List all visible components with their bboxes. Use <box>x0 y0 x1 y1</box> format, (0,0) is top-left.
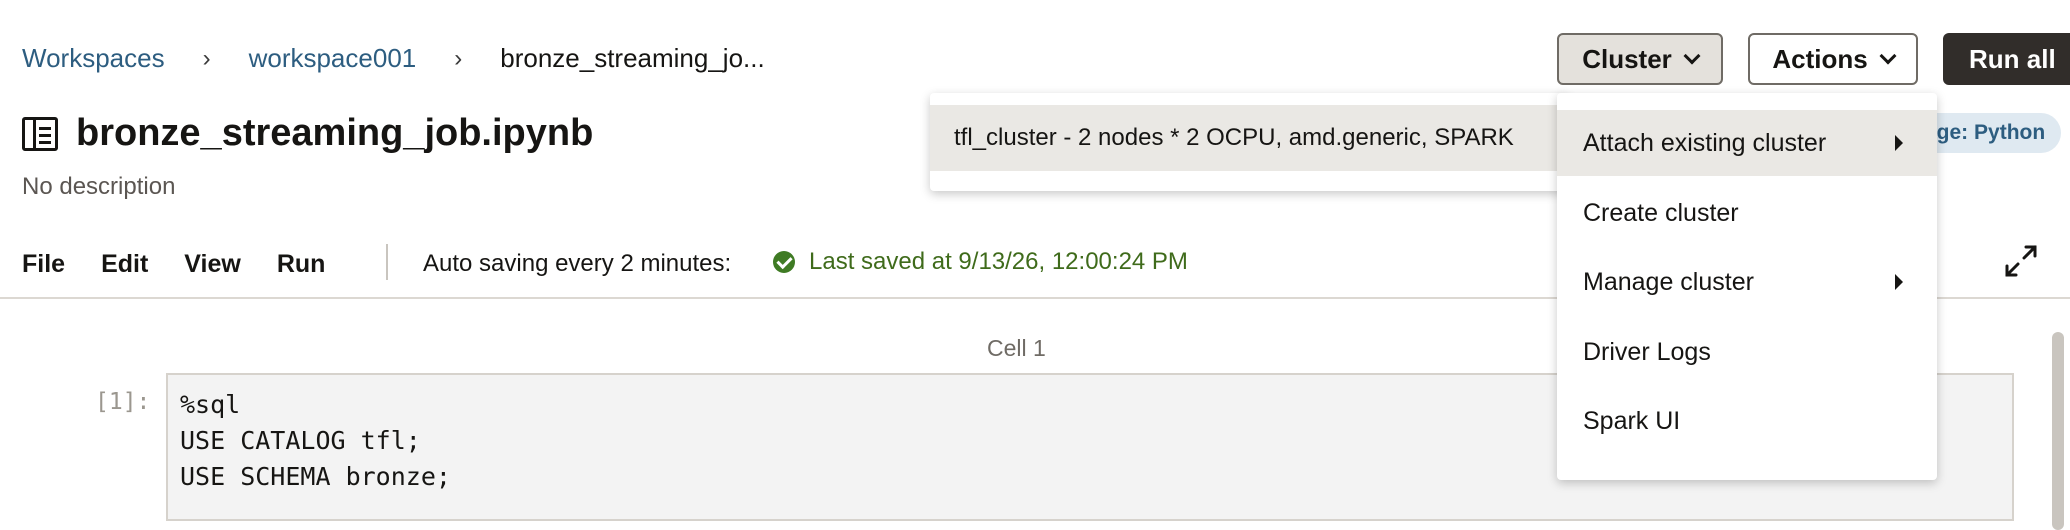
notebook-icon <box>22 116 58 151</box>
menu-view[interactable]: View <box>184 250 241 279</box>
breadcrumb-workspaces-link[interactable]: Workspaces <box>22 43 165 74</box>
cluster-option-tfl[interactable]: tfl_cluster - 2 nodes * 2 OCPU, amd.gene… <box>930 105 1568 171</box>
breadcrumb-current: bronze_streaming_jo... <box>500 43 765 73</box>
breadcrumb-chevron-icon: › <box>202 44 211 72</box>
last-saved-status: Last saved at 9/13/26, 12:00:24 PM <box>773 248 1188 276</box>
page-title: bronze_streaming_job.ipynb <box>76 112 594 154</box>
caret-right-icon <box>1895 135 1903 151</box>
run-all-button[interactable]: Run all <box>1943 33 2070 85</box>
menu-item-attach-existing-cluster[interactable]: Attach existing cluster <box>1557 110 1937 176</box>
autosave-text: Auto saving every 2 minutes: <box>423 250 732 277</box>
notebook-description: No description <box>22 173 176 200</box>
menu-item-label: Attach existing cluster <box>1583 128 1827 157</box>
breadcrumb-chevron-icon: › <box>454 44 463 72</box>
menu-item-label: Driver Logs <box>1583 337 1711 366</box>
menu-file[interactable]: File <box>22 250 65 279</box>
menu-item-manage-cluster[interactable]: Manage cluster <box>1557 249 1937 315</box>
last-saved-text: Last saved at 9/13/26, 12:00:24 PM <box>809 248 1188 275</box>
actions-button-label: Actions <box>1772 43 1868 74</box>
vertical-scrollbar[interactable] <box>2052 332 2064 530</box>
menu-item-create-cluster[interactable]: Create cluster <box>1557 180 1937 246</box>
chevron-down-icon <box>1879 47 1897 65</box>
attach-cluster-submenu: tfl_cluster - 2 nodes * 2 OCPU, amd.gene… <box>930 93 1568 191</box>
cluster-button[interactable]: Cluster <box>1557 33 1723 85</box>
menu-item-label: Manage cluster <box>1583 267 1754 296</box>
actions-button[interactable]: Actions <box>1748 33 1918 85</box>
chevron-down-icon <box>1683 47 1701 65</box>
menu-item-driver-logs[interactable]: Driver Logs <box>1557 319 1937 385</box>
caret-right-icon <box>1895 274 1903 290</box>
menu-item-spark-ui[interactable]: Spark UI <box>1557 388 1937 454</box>
cell-label: Cell 1 <box>987 335 1046 361</box>
notebook-title-row: bronze_streaming_job.ipynb <box>22 112 593 155</box>
menu-item-label: Spark UI <box>1583 406 1681 435</box>
menu-run[interactable]: Run <box>277 250 326 279</box>
breadcrumb: Workspaces › workspace001 › bronze_strea… <box>22 43 765 74</box>
breadcrumb-workspace001-link[interactable]: workspace001 <box>249 43 417 74</box>
cluster-dropdown-menu: Attach existing cluster Create cluster M… <box>1557 93 1937 480</box>
check-circle-icon <box>773 251 795 273</box>
run-all-label: Run all <box>1969 43 2056 74</box>
menu-item-label: Create cluster <box>1583 198 1739 227</box>
cell-execution-count: [1]: <box>95 389 151 415</box>
expand-icon[interactable] <box>2004 244 2038 278</box>
toolbar-divider <box>386 244 388 280</box>
menu-bar: File Edit View Run <box>22 250 361 279</box>
menu-edit[interactable]: Edit <box>101 250 148 279</box>
cluster-button-label: Cluster <box>1582 43 1672 74</box>
